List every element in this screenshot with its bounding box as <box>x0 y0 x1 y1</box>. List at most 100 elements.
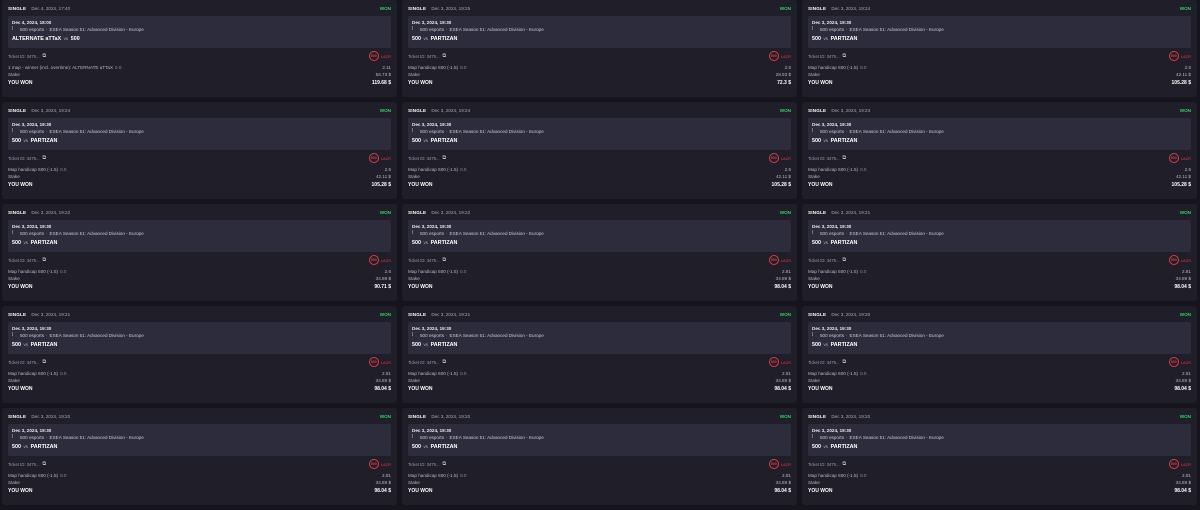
result-badge: WON <box>779 312 791 317</box>
selection-extra: 0.0 <box>860 65 867 70</box>
payout-label: YOU WON <box>808 79 833 86</box>
bet-card[interactable]: SINGLE Dec 3, 2024, 19:20 WON Dec 3, 202… <box>802 306 1197 403</box>
payout-amount: 98.04 $ <box>1174 385 1191 392</box>
bet-type: SINGLE <box>808 312 827 317</box>
league-line: ⁞ 500 esports · ESEA Season 51: Advanced… <box>412 332 787 339</box>
boost-label: LAZR <box>780 53 791 59</box>
bet-card[interactable]: SINGLE Dec 3, 2024, 19:21 WON Dec 3, 202… <box>802 204 1197 301</box>
stake-label: Stake <box>408 480 420 485</box>
event-box[interactable]: Dec 3, 2024, 19:30 ⁞ 500 esports · ESEA … <box>408 424 791 456</box>
copy-icon[interactable]: ⧉ <box>843 359 847 365</box>
event-time: Dec 3, 2024, 19:30 <box>412 428 452 433</box>
boost-label: LAZR <box>380 359 391 365</box>
stake-label: Stake <box>808 480 820 485</box>
event-box[interactable]: Dec 3, 2024, 19:30 ⁞ 500 esports · ESEA … <box>8 322 391 354</box>
event-box[interactable]: Dec 3, 2024, 19:30 ⁞ 500 esports · ESEA … <box>408 220 791 252</box>
event-time: Dec 3, 2024, 19:30 <box>412 224 452 229</box>
copy-icon[interactable]: ⧉ <box>843 155 847 161</box>
payout-row: YOU WON 119.68 $ <box>8 78 391 87</box>
ticket-row: Ticket ID: 3475... ⧉ 500 LAZR <box>808 152 1191 164</box>
bet-card[interactable]: SINGLE Dec 4, 2024, 17:40 WON Dec 4, 202… <box>2 0 397 97</box>
bet-card[interactable]: SINGLE Dec 3, 2024, 19:22 WON Dec 3, 202… <box>2 204 397 301</box>
event-box[interactable]: Dec 3, 2024, 19:30 ⁞ 500 esports · ESEA … <box>408 322 791 354</box>
boost: 500 LAZR <box>1168 459 1191 469</box>
bet-card[interactable]: SINGLE Dec 3, 2024, 19:21 WON Dec 3, 202… <box>402 306 797 403</box>
stake-amount: 34.89 $ <box>775 480 791 485</box>
event-box[interactable]: Dec 3, 2024, 19:30 ⁞ 500 esports · ESEA … <box>8 118 391 150</box>
stake-row: Stake 34.89 $ <box>8 377 391 384</box>
event-box[interactable]: Dec 3, 2024, 19:30 ⁞ 500 esports · ESEA … <box>8 424 391 456</box>
copy-icon[interactable]: ⧉ <box>843 53 847 59</box>
event-box[interactable]: Dec 3, 2024, 19:30 ⁞ 500 esports · ESEA … <box>8 220 391 252</box>
copy-icon[interactable]: ⧉ <box>443 53 447 59</box>
event-box[interactable]: Dec 3, 2024, 19:30 ⁞ 500 esports · ESEA … <box>808 16 1191 48</box>
event-time: Dec 3, 2024, 19:30 <box>12 224 52 229</box>
stake-label: Stake <box>8 480 20 485</box>
copy-icon[interactable]: ⧉ <box>843 257 847 263</box>
event-box[interactable]: Dec 3, 2024, 19:30 ⁞ 500 esports · ESEA … <box>808 424 1191 456</box>
ticket-id: Ticket ID: 3475... <box>8 53 40 59</box>
bet-card[interactable]: SINGLE Dec 3, 2024, 19:20 WON Dec 3, 202… <box>402 408 797 505</box>
copy-icon[interactable]: ⧉ <box>443 155 447 161</box>
boost-badge-icon: 500 <box>368 357 379 367</box>
event-time: Dec 3, 2024, 19:30 <box>812 326 852 331</box>
copy-icon[interactable]: ⧉ <box>843 461 847 467</box>
event-box[interactable]: Dec 3, 2024, 19:30 ⁞ 500 esports · ESEA … <box>808 118 1191 150</box>
odds: 2.81 <box>1182 371 1191 376</box>
copy-icon[interactable]: ⧉ <box>443 359 447 365</box>
copy-icon[interactable]: ⧉ <box>43 359 47 365</box>
stake-amount: 34.89 $ <box>775 276 791 281</box>
selection-extra: 0.0 <box>60 473 67 478</box>
payout-amount: 98.04 $ <box>774 283 791 290</box>
bet-card[interactable]: SINGLE Dec 3, 2024, 19:23 WON Dec 3, 202… <box>802 102 1197 199</box>
event-box[interactable]: Dec 3, 2024, 19:30 ⁞ 500 esports · ESEA … <box>408 118 791 150</box>
bet-card[interactable]: SINGLE Dec 3, 2024, 19:21 WON Dec 3, 202… <box>2 306 397 403</box>
stake-amount: 42.11 $ <box>1176 72 1191 77</box>
stake-amount: 34.89 $ <box>1175 378 1191 383</box>
game-icon: ⁞ <box>12 230 14 236</box>
boost-badge-icon: 500 <box>1168 51 1179 61</box>
bet-card[interactable]: SINGLE Dec 3, 2024, 19:22 WON Dec 3, 202… <box>402 204 797 301</box>
bet-card[interactable]: SINGLE Dec 3, 2024, 19:24 WON Dec 3, 202… <box>802 0 1197 97</box>
payout-label: YOU WON <box>8 487 33 494</box>
event-box[interactable]: Dec 3, 2024, 19:30 ⁞ 500 esports · ESEA … <box>808 220 1191 252</box>
sport-name: 500 esports <box>820 333 845 338</box>
teams-line: 500 vs PARTIZAN <box>412 34 787 43</box>
selection-extra: 0.0 <box>60 371 67 376</box>
copy-icon[interactable]: ⧉ <box>43 155 47 161</box>
teams-line: 500 vs PARTIZAN <box>812 442 1187 451</box>
boost-badge-icon: 500 <box>368 459 379 469</box>
event-box[interactable]: Dec 4, 2024, 18:00 ⁞ 500 esports · ESEA … <box>8 16 391 48</box>
copy-icon[interactable]: ⧉ <box>43 53 47 59</box>
odds: 2.11 <box>382 65 391 70</box>
selection-text: Map handicap 500 (-1.5) <box>8 473 59 478</box>
bet-card[interactable]: SINGLE Dec 3, 2024, 19:24 WON Dec 3, 202… <box>402 102 797 199</box>
vs-label: vs <box>23 138 29 143</box>
payout-amount: 105.28 $ <box>371 181 391 188</box>
result-badge: WON <box>1179 108 1191 113</box>
copy-icon[interactable]: ⧉ <box>443 461 447 467</box>
event-box[interactable]: Dec 3, 2024, 19:30 ⁞ 500 esports · ESEA … <box>408 16 791 48</box>
copy-icon[interactable]: ⧉ <box>443 257 447 263</box>
vs-label: vs <box>423 138 429 143</box>
ticket-id: Ticket ID: 3475... <box>408 53 440 59</box>
separator: · <box>46 333 48 338</box>
copy-icon[interactable]: ⧉ <box>43 257 47 263</box>
bet-card[interactable]: SINGLE Dec 3, 2024, 19:20 WON Dec 3, 202… <box>2 408 397 505</box>
bet-card[interactable]: SINGLE Dec 3, 2024, 19:25 WON Dec 3, 202… <box>402 0 797 97</box>
event-box[interactable]: Dec 3, 2024, 19:30 ⁞ 500 esports · ESEA … <box>808 322 1191 354</box>
boost-label: LAZR <box>380 53 391 59</box>
bet-card[interactable]: SINGLE Dec 3, 2024, 19:20 WON Dec 3, 202… <box>802 408 1197 505</box>
sport-name: 500 esports <box>20 231 45 236</box>
team-away: PARTIZAN <box>830 342 858 348</box>
bet-card[interactable]: SINGLE Dec 3, 2024, 19:24 WON Dec 3, 202… <box>2 102 397 199</box>
team-away: PARTIZAN <box>830 240 858 246</box>
game-icon: ⁞ <box>812 26 814 32</box>
league-line: ⁞ 500 esports · ESEA Season 51: Advanced… <box>12 434 387 441</box>
game-icon: ⁞ <box>812 434 814 440</box>
boost: 500 LAZR <box>768 357 791 367</box>
copy-icon[interactable]: ⧉ <box>43 461 47 467</box>
placed-time: Dec 3, 2024, 19:22 <box>431 210 471 215</box>
selection-row: Map handicap 500 (-1.5) 0.0 2.81 <box>408 472 791 479</box>
odds: 2.81 <box>382 371 391 376</box>
